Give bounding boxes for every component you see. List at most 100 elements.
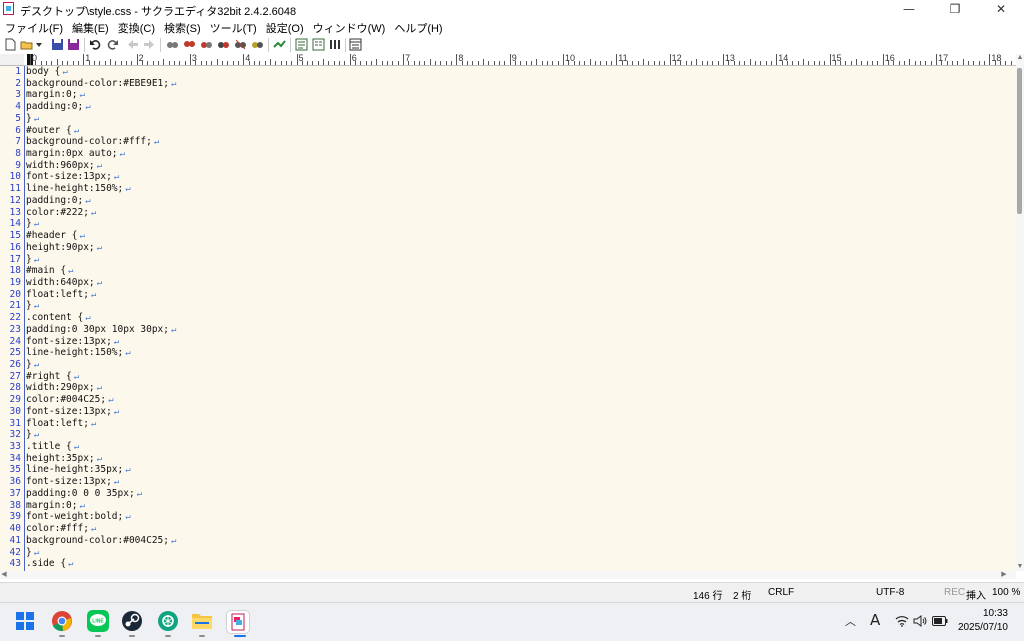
type-settings-icon[interactable] — [329, 38, 342, 51]
menu-tools[interactable]: ツール(T) — [205, 18, 261, 36]
save-all-icon[interactable] — [67, 38, 80, 51]
ruler-tick — [872, 61, 874, 65]
status-encoding[interactable]: UTF-8 — [876, 587, 904, 598]
open-folder-icon[interactable] — [20, 38, 33, 51]
redo-icon[interactable] — [106, 38, 119, 51]
ruler-tick — [712, 61, 714, 65]
chevron-up-icon[interactable]: ︿ — [845, 613, 856, 629]
eol-mark-icon: ↵ — [68, 266, 74, 277]
code-line-text: padding:0; — [26, 194, 84, 206]
ruler-tick — [792, 61, 794, 65]
clock[interactable]: 10:33 2025/07/10 — [958, 607, 1008, 635]
menu-edit[interactable]: 編集(E) — [67, 18, 113, 36]
ruler-tick — [632, 61, 634, 65]
maximize-button[interactable]: ❐ — [932, 0, 978, 18]
windows-start-icon[interactable] — [14, 610, 36, 632]
code-line[interactable]: .side {↵ — [26, 558, 73, 571]
jump-forward-icon[interactable] — [143, 38, 156, 51]
ruler-tick — [488, 61, 490, 65]
scroll-down-icon[interactable]: ▼ — [1016, 563, 1024, 571]
code-line-text: color:#004C25; — [26, 394, 107, 406]
code-line-text: background-color:#fff; — [26, 136, 152, 148]
search-clear-icon[interactable] — [234, 38, 247, 51]
scroll-right-icon[interactable]: ▶ — [1000, 571, 1008, 579]
code-line-text: width:290px; — [26, 382, 95, 394]
line-number: 26 — [9, 359, 21, 370]
volume-icon[interactable] — [913, 615, 927, 627]
ruler-tick — [525, 61, 527, 65]
minimize-button[interactable]: — — [886, 0, 932, 18]
status-eol[interactable]: CRLF — [768, 587, 794, 598]
line-number: 13 — [9, 206, 21, 218]
ruler-number: 1 — [85, 54, 91, 63]
jump-back-icon[interactable] — [126, 38, 139, 51]
ruler-tick — [882, 54, 884, 65]
scroll-left-icon[interactable]: ◀ — [0, 571, 8, 579]
toolbar-separator — [84, 38, 85, 52]
new-file-icon[interactable] — [4, 38, 17, 51]
open-dropdown-icon[interactable] — [35, 38, 43, 51]
undo-icon[interactable] — [89, 38, 102, 51]
search-next-icon[interactable] — [183, 38, 196, 51]
close-button[interactable]: ✕ — [978, 0, 1024, 18]
chatgpt-icon[interactable] — [157, 610, 179, 632]
compare-icon[interactable] — [312, 38, 325, 51]
file-explorer-icon[interactable] — [191, 610, 213, 632]
eol-mark-icon: ↵ — [136, 488, 143, 499]
ime-indicator[interactable]: A — [870, 611, 880, 629]
steam-icon[interactable] — [121, 610, 143, 632]
code-line-text: line-height:35px; — [26, 464, 124, 476]
ruler-tick — [776, 54, 778, 65]
title-bar: デスクトップ\style.css - サクラエディタ32bit 2.4.2.60… — [0, 0, 1024, 18]
menu-settings[interactable]: 設定(O) — [261, 18, 308, 36]
editor-area[interactable]: 0 1 2 3 4 5 6 7 8 9 10 11 12 13 14 15 16 17 18 1 2 3 4 5 6 7 8 9 10… — [0, 54, 1016, 571]
menu-convert[interactable]: 変換(C) — [113, 18, 159, 36]
ruler-tick — [802, 59, 804, 65]
ruler-tick — [552, 61, 554, 65]
ruler-number: 18 — [991, 54, 1002, 63]
tag-jump-icon[interactable] — [273, 38, 286, 51]
ruler-tick — [221, 61, 223, 65]
wifi-icon[interactable] — [895, 615, 909, 627]
grep-icon[interactable] — [251, 38, 264, 51]
eol-mark-icon: ↵ — [33, 360, 40, 370]
battery-icon[interactable] — [932, 616, 948, 626]
menu-window[interactable]: ウィンドウ(W) — [308, 18, 390, 36]
line-icon[interactable]: LINE — [87, 610, 109, 632]
ruler-tick — [93, 61, 95, 65]
ruler-tick — [285, 61, 287, 65]
code-line-text: color:#fff; — [26, 523, 89, 535]
ruler-tick — [706, 61, 708, 65]
menu-file[interactable]: ファイル(F) — [0, 18, 67, 36]
ruler-tick — [984, 61, 986, 65]
scroll-up-icon[interactable]: ▲ — [1016, 54, 1024, 62]
line-number-gutter: 1 2 3 4 5 6 7 8 9 10 11 12 13 14 15 16 17 18 19 20 21 22 23 24 2… — [0, 66, 25, 571]
code-line[interactable]: line-height:150%; ↵ — [26, 347, 131, 360]
ruler-tick — [520, 61, 522, 65]
vertical-scrollbar[interactable]: ▲ ▼ — [1016, 54, 1024, 571]
ruler-tick — [914, 61, 916, 65]
sakura-editor-taskbar-icon[interactable] — [226, 610, 250, 634]
horizontal-scrollbar[interactable]: ◀ ▶ — [0, 571, 1016, 579]
search-icon[interactable] — [166, 38, 179, 51]
code-line-text: width:960px; — [26, 159, 95, 171]
line-number: 9 — [15, 159, 21, 171]
ruler-tick — [578, 61, 580, 65]
ruler-tick — [349, 54, 351, 65]
window-list-icon[interactable] — [349, 38, 362, 51]
ruler-tick — [818, 61, 820, 65]
replace-icon[interactable] — [217, 38, 230, 51]
save-icon[interactable] — [51, 38, 64, 51]
outline-icon[interactable] — [295, 38, 308, 51]
search-prev-icon[interactable] — [200, 38, 213, 51]
ruler-tick — [328, 61, 330, 65]
toolbar-separator — [268, 38, 269, 52]
code-line-text: #right { — [26, 370, 72, 382]
ruler-tick — [557, 61, 559, 65]
menu-search[interactable]: 検索(S) — [159, 18, 205, 36]
vertical-scroll-thumb[interactable] — [1017, 68, 1022, 214]
chrome-icon[interactable] — [51, 610, 73, 632]
menu-help[interactable]: ヘルプ(H) — [389, 18, 446, 36]
status-insert-mode[interactable]: 挿入 — [966, 587, 986, 602]
code-line[interactable]: background-color:#004C25; ↵ — [26, 535, 176, 548]
